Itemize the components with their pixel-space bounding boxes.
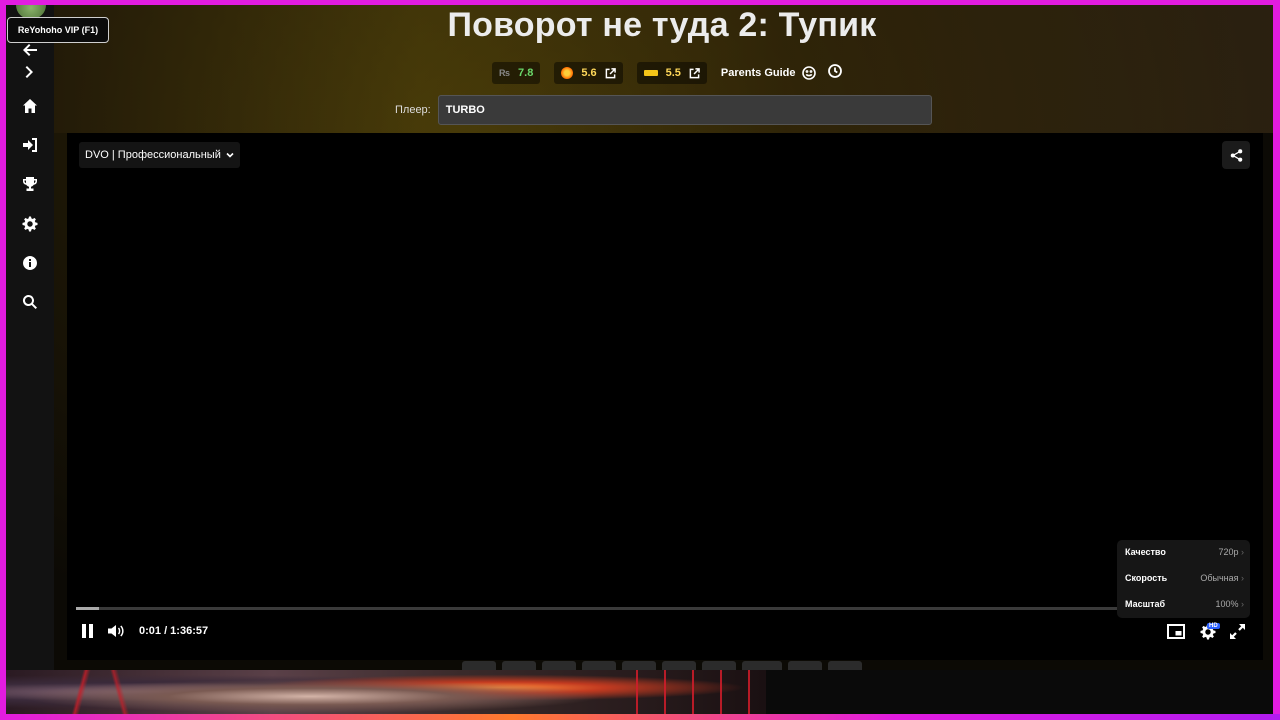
settings-speed-label: Скорость — [1125, 573, 1168, 583]
sidebar-item-search[interactable] — [21, 293, 39, 311]
settings-quality[interactable]: Качество 720p — [1125, 543, 1244, 561]
arrow-left-icon — [23, 44, 37, 56]
chevron-down-icon — [226, 152, 234, 158]
home-icon — [23, 99, 37, 113]
pause-button[interactable] — [79, 623, 95, 639]
sign-in-icon — [23, 138, 37, 152]
kinopoisk-icon: ₨ — [499, 68, 511, 78]
settings-scale-label: Масштаб — [1125, 599, 1166, 609]
episode-tab[interactable] — [742, 661, 782, 670]
trophy-icon — [23, 177, 37, 191]
bottom-banner — [6, 670, 1273, 714]
progress-bar[interactable] — [76, 607, 1124, 610]
sidebar-item-home[interactable] — [21, 97, 39, 115]
player-label: Плеер: — [395, 104, 431, 116]
sidebar-item-login[interactable] — [21, 136, 39, 154]
forward-button[interactable] — [21, 63, 39, 81]
clock-icon — [827, 63, 842, 78]
fullscreen-icon — [1229, 623, 1245, 639]
episode-tab[interactable] — [828, 661, 862, 670]
vip-tooltip: ReYohoho VIP (F1) — [7, 17, 109, 43]
time-display: 0:01 / 1:36:57 — [139, 625, 209, 637]
episode-tab[interactable] — [702, 661, 736, 670]
tmdb-rating[interactable]: 5.6 — [554, 62, 623, 84]
settings-scale-value: 100% — [1215, 599, 1244, 609]
window-frame-bottom — [0, 714, 1280, 720]
episode-tab[interactable] — [582, 661, 616, 670]
share-icon — [1230, 148, 1242, 162]
settings-speed-value: Обычная — [1200, 573, 1244, 583]
settings-quality-value: 720p — [1218, 547, 1244, 557]
episode-tab[interactable] — [788, 661, 822, 670]
tmdb-rating-value: 5.6 — [581, 67, 597, 79]
pip-button[interactable] — [1167, 623, 1185, 639]
settings-speed[interactable]: Скорость Обычная — [1125, 569, 1244, 587]
chevron-right-icon — [25, 66, 33, 78]
episode-tab[interactable] — [662, 661, 696, 670]
sidebar-item-settings[interactable] — [21, 215, 39, 233]
smiley-icon — [801, 66, 816, 80]
imdb-rating-value: 5.5 — [665, 67, 681, 79]
voice-select[interactable]: DVO | Профессиональный — [79, 142, 240, 168]
episode-tab[interactable] — [542, 661, 576, 670]
picture-in-picture-icon — [1167, 623, 1185, 639]
pause-icon — [81, 624, 93, 638]
volume-button[interactable] — [107, 623, 127, 639]
volume-icon — [108, 625, 124, 637]
fullscreen-button[interactable] — [1229, 623, 1245, 639]
window-frame-right — [1273, 0, 1280, 720]
ratings-bar: ₨ 7.8 5.6 5.5 Parents Guide — [492, 62, 842, 84]
gear-icon — [22, 216, 38, 232]
share-button[interactable] — [1222, 141, 1250, 169]
imdb-icon — [643, 70, 658, 76]
settings-menu: Качество 720p Скорость Обычная Масштаб 1… — [1117, 540, 1250, 618]
kp-rating-value: 7.8 — [518, 67, 534, 79]
sidebar-item-info[interactable] — [21, 254, 39, 272]
player-selector-row: Плеер: TURBO — [395, 95, 932, 125]
imdb-rating[interactable]: 5.5 — [636, 62, 707, 84]
parents-guide-label: Parents Guide — [720, 67, 796, 79]
sidebar — [6, 5, 54, 670]
window-frame-top — [0, 0, 1280, 5]
tmdb-icon — [561, 67, 574, 79]
search-icon — [22, 294, 37, 309]
history-button[interactable] — [816, 63, 842, 83]
info-icon — [23, 256, 38, 270]
window-frame-left — [0, 0, 6, 720]
settings-quality-label: Качество — [1125, 547, 1166, 557]
sidebar-item-top[interactable] — [21, 175, 39, 193]
kp-rating[interactable]: ₨ 7.8 — [492, 62, 541, 84]
back-button[interactable] — [21, 41, 39, 59]
external-link-icon — [689, 67, 700, 78]
episode-tab[interactable] — [462, 661, 496, 670]
hd-badge: HD — [1207, 623, 1220, 629]
video-player[interactable] — [67, 133, 1263, 660]
parents-guide-link[interactable]: Parents Guide — [721, 66, 816, 80]
episode-tab[interactable] — [502, 661, 536, 670]
external-link-icon — [605, 67, 616, 78]
player-select[interactable]: TURBO — [437, 95, 932, 125]
page-title: Поворот не туда 2: Тупик — [447, 6, 877, 44]
episode-tabs — [462, 661, 868, 670]
settings-scale[interactable]: Масштаб 100% — [1125, 595, 1244, 613]
voice-select-label: DVO | Профессиональный — [85, 149, 221, 161]
episode-tab[interactable] — [622, 661, 656, 670]
buffered-fill — [76, 607, 100, 610]
banner-decoration — [626, 670, 766, 714]
